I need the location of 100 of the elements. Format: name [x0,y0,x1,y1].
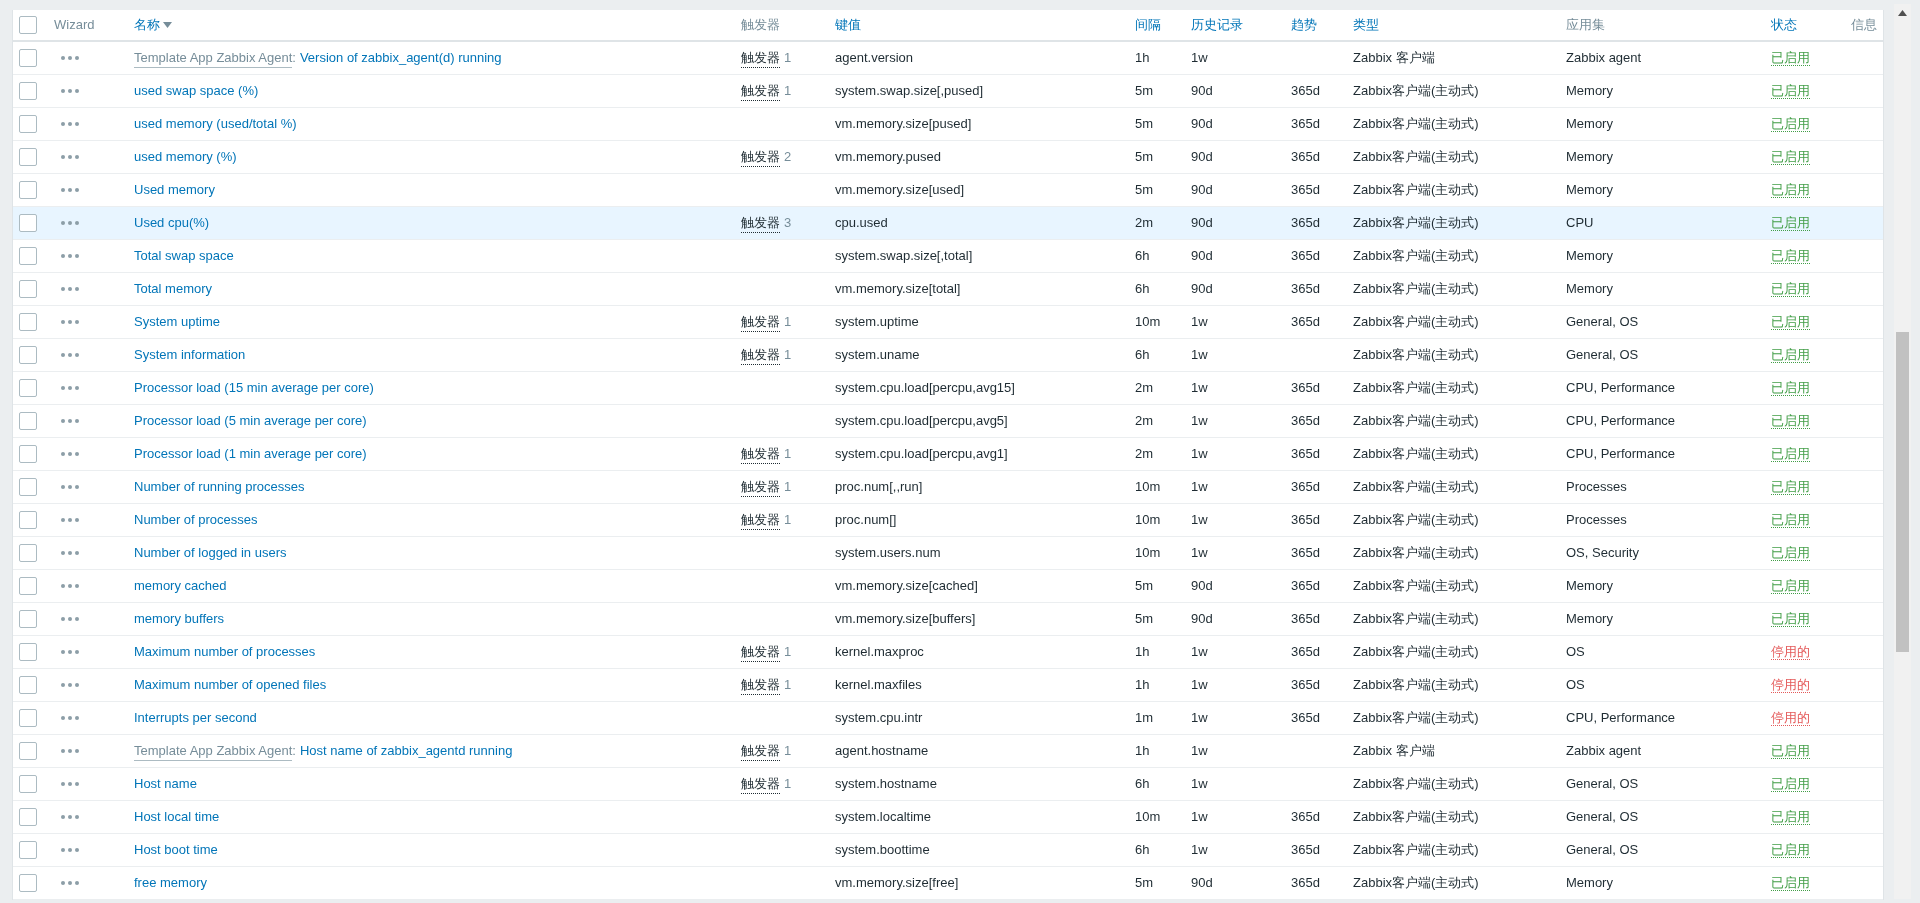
status-link[interactable]: 已启用 [1771,347,1810,364]
more-icon[interactable] [61,881,79,885]
item-name-link[interactable]: Number of logged in users [134,543,287,563]
more-icon[interactable] [61,155,79,159]
scrollbar-thumb[interactable] [1895,332,1909,652]
row-checkbox[interactable] [19,577,37,595]
status-link[interactable]: 已启用 [1771,446,1810,463]
row-checkbox[interactable] [19,82,37,100]
triggers-link[interactable]: 触发器 [741,80,780,102]
row-checkbox[interactable] [19,181,37,199]
status-link[interactable]: 已启用 [1771,380,1810,397]
status-link[interactable]: 已启用 [1771,743,1810,760]
triggers-link[interactable]: 触发器 [741,740,780,762]
more-icon[interactable] [61,452,79,456]
triggers-link[interactable]: 触发器 [741,773,780,795]
row-checkbox[interactable] [19,379,37,397]
status-link[interactable]: 已启用 [1771,413,1810,430]
item-name-link[interactable]: System uptime [134,312,220,332]
row-checkbox[interactable] [19,247,37,265]
column-header[interactable]: 键值 [835,15,861,35]
status-link[interactable]: 已启用 [1771,842,1810,859]
status-link[interactable]: 已启用 [1771,83,1810,100]
status-link[interactable]: 已启用 [1771,116,1810,133]
row-checkbox[interactable] [19,610,37,628]
more-icon[interactable] [61,815,79,819]
status-link[interactable]: 停用的 [1771,710,1810,727]
scrollbar[interactable] [1893,4,1911,899]
triggers-link[interactable]: 触发器 [741,47,780,69]
more-icon[interactable] [61,122,79,126]
row-checkbox[interactable] [19,643,37,661]
more-icon[interactable] [61,518,79,522]
item-name-link[interactable]: Number of running processes [134,477,305,497]
select-all-checkbox[interactable] [19,16,37,34]
item-name-link[interactable]: used memory (used/total %) [134,114,297,134]
triggers-link[interactable]: 触发器 [741,476,780,498]
item-name-link[interactable]: Total swap space [134,246,234,266]
more-icon[interactable] [61,551,79,555]
column-header[interactable]: 历史记录 [1191,15,1243,35]
row-checkbox[interactable] [19,313,37,331]
item-name-link[interactable]: Host local time [134,807,220,827]
row-checkbox[interactable] [19,742,37,760]
status-link[interactable]: 已启用 [1771,281,1810,298]
column-header[interactable]: 间隔 [1135,15,1161,35]
item-name-link[interactable]: Total memory [134,279,213,299]
item-name-link[interactable]: Version of zabbix_agent(d) running [299,48,502,68]
row-checkbox[interactable] [19,412,37,430]
status-link[interactable]: 已启用 [1771,479,1810,496]
status-link[interactable]: 已启用 [1771,875,1810,892]
row-checkbox[interactable] [19,49,37,67]
more-icon[interactable] [61,584,79,588]
status-link[interactable]: 已启用 [1771,50,1810,67]
item-name-link[interactable]: Host boot time [134,840,218,860]
item-name-link[interactable]: System information [134,345,246,365]
more-icon[interactable] [61,848,79,852]
item-name-link[interactable]: Maximum number of processes [134,642,316,662]
column-header[interactable]: 状态 [1771,15,1797,35]
item-name-link[interactable]: used swap space (%) [134,81,259,101]
status-link[interactable]: 已启用 [1771,776,1810,793]
triggers-link[interactable]: 触发器 [741,443,780,465]
status-link[interactable]: 已启用 [1771,215,1810,232]
status-link[interactable]: 已启用 [1771,578,1810,595]
row-checkbox[interactable] [19,775,37,793]
item-name-link[interactable]: Maximum number of opened files [134,675,327,695]
triggers-link[interactable]: 触发器 [741,212,780,234]
row-checkbox[interactable] [19,115,37,133]
row-checkbox[interactable] [19,808,37,826]
row-checkbox[interactable] [19,676,37,694]
item-name-link[interactable]: Host name of zabbix_agentd running [299,741,513,761]
more-icon[interactable] [61,287,79,291]
more-icon[interactable] [61,617,79,621]
row-checkbox[interactable] [19,478,37,496]
more-icon[interactable] [61,320,79,324]
status-link[interactable]: 已启用 [1771,611,1810,628]
triggers-link[interactable]: 触发器 [741,641,780,663]
item-name-link[interactable]: Processor load (5 min average per core) [134,411,367,431]
item-name-link[interactable]: Processor load (15 min average per core) [134,378,374,398]
row-checkbox[interactable] [19,280,37,298]
row-checkbox[interactable] [19,214,37,232]
more-icon[interactable] [61,419,79,423]
row-checkbox[interactable] [19,148,37,166]
more-icon[interactable] [61,749,79,753]
triggers-link[interactable]: 触发器 [741,311,780,333]
triggers-link[interactable]: 触发器 [741,344,780,366]
status-link[interactable]: 已启用 [1771,248,1810,265]
row-checkbox[interactable] [19,841,37,859]
row-checkbox[interactable] [19,346,37,364]
status-link[interactable]: 停用的 [1771,644,1810,661]
status-link[interactable]: 已启用 [1771,182,1810,199]
status-link[interactable]: 停用的 [1771,677,1810,694]
column-header[interactable]: 名称 [134,15,172,35]
more-icon[interactable] [61,89,79,93]
more-icon[interactable] [61,188,79,192]
status-link[interactable]: 已启用 [1771,149,1810,166]
more-icon[interactable] [61,353,79,357]
row-checkbox[interactable] [19,445,37,463]
row-checkbox[interactable] [19,709,37,727]
more-icon[interactable] [61,716,79,720]
status-link[interactable]: 已启用 [1771,809,1810,826]
row-checkbox[interactable] [19,544,37,562]
status-link[interactable]: 已启用 [1771,512,1810,529]
